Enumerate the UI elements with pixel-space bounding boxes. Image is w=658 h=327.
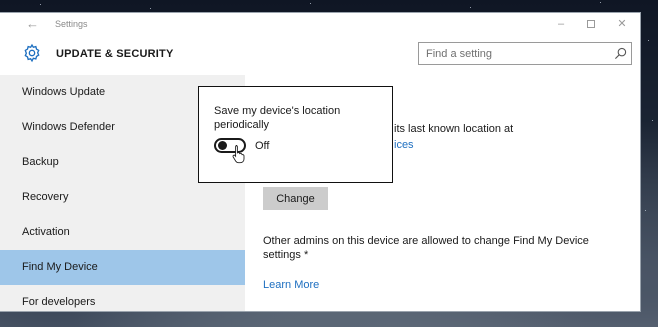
close-button[interactable]: ✕ [615, 17, 629, 31]
toggle-knob [218, 141, 227, 150]
admins-note: Other admins on this device are allowed … [263, 235, 589, 261]
search-icon[interactable] [614, 47, 627, 60]
toggle-state-label: Off [255, 140, 270, 152]
change-button[interactable]: Change [263, 187, 328, 210]
save-location-label: Save my device's location periodically [214, 105, 341, 131]
search-box[interactable] [418, 42, 632, 65]
page-title: UPDATE & SECURITY [56, 48, 174, 60]
sidebar-item-activation[interactable]: Activation [0, 215, 245, 250]
location-description: its last known location at [394, 123, 514, 135]
page-header: UPDATE & SECURITY [0, 37, 640, 69]
title-bar: ← Settings – ✕ [0, 13, 640, 37]
maximize-icon [587, 20, 595, 28]
gear-icon [24, 43, 40, 63]
location-settings-flyout: Save my device's location periodically O… [198, 86, 393, 183]
sidebar-item-recovery[interactable]: Recovery [0, 180, 245, 215]
minimize-button[interactable]: – [554, 17, 568, 31]
back-arrow-icon[interactable]: ← [26, 17, 40, 31]
mouse-pointer-icon [232, 145, 245, 164]
learn-more-link[interactable]: Learn More [263, 279, 319, 291]
window-title: Settings [55, 19, 88, 29]
sidebar-item-find-my-device[interactable]: Find My Device [0, 250, 245, 285]
maximize-button[interactable] [584, 17, 598, 31]
search-input[interactable] [419, 43, 609, 64]
sidebar-item-for-developers[interactable]: For developers [0, 285, 245, 311]
devices-link[interactable]: ices [394, 139, 414, 151]
